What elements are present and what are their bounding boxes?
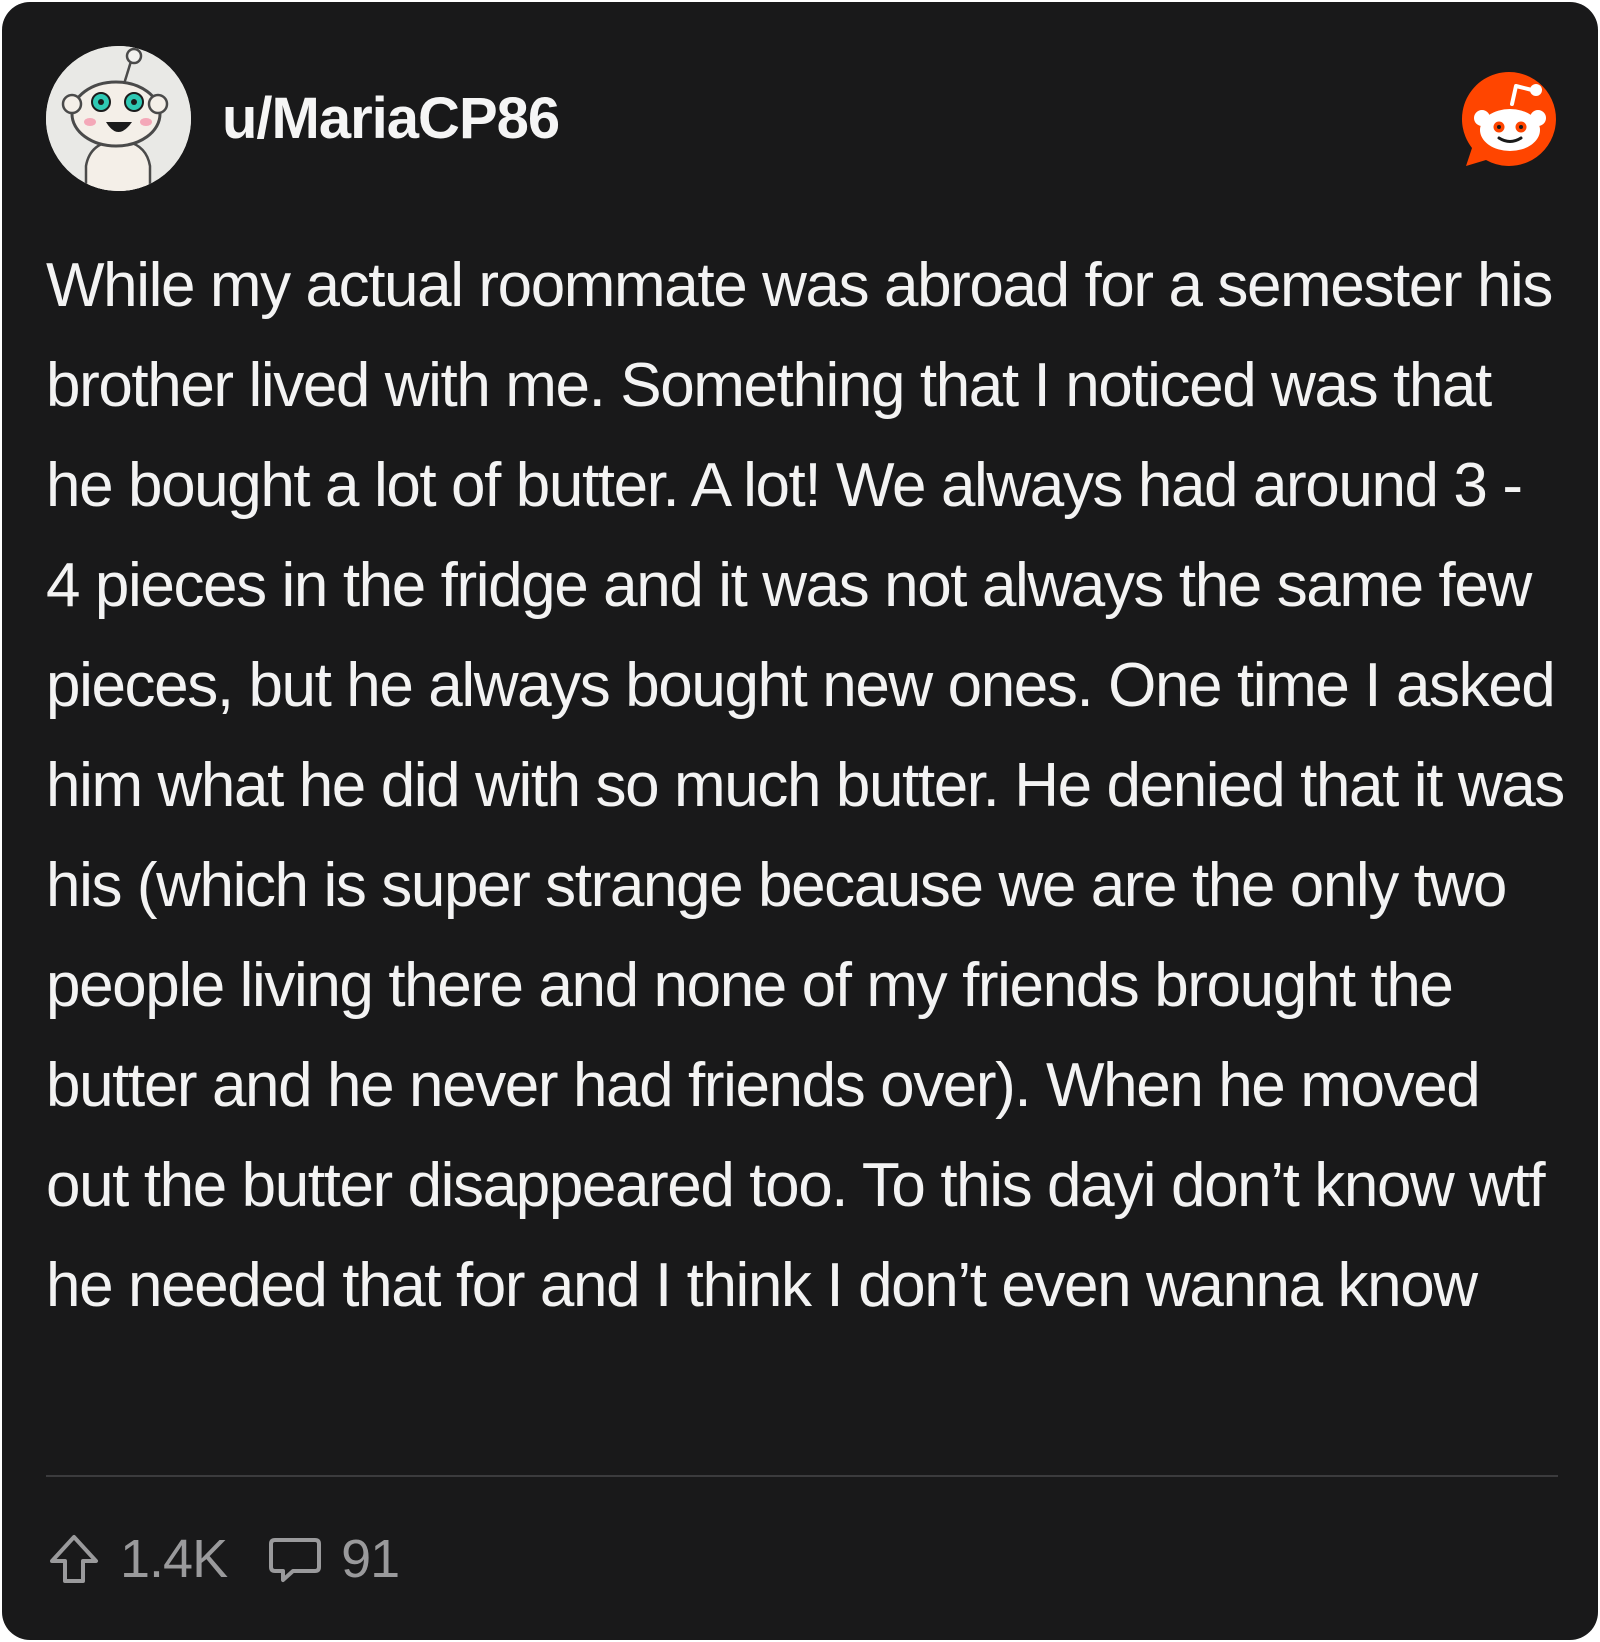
snoo-avatar-icon	[46, 46, 191, 191]
footer-divider	[46, 1475, 1558, 1477]
comment-bubble-icon[interactable]	[267, 1531, 323, 1587]
post-username[interactable]: u/MariaCP86	[222, 84, 560, 154]
post-body-text: While my actual roommate was abroad for …	[46, 251, 1565, 1320]
upvote-count: 1.4K	[120, 1529, 228, 1589]
reddit-logo-icon	[1458, 68, 1560, 170]
comment-count: 91	[341, 1529, 400, 1589]
post-card: u/MariaCP86 While my actual roommate was…	[2, 2, 1598, 1640]
upvote-arrow-icon[interactable]	[46, 1531, 102, 1587]
user-avatar[interactable]	[46, 46, 191, 191]
post-actions: 1.4K 91	[46, 1527, 400, 1591]
